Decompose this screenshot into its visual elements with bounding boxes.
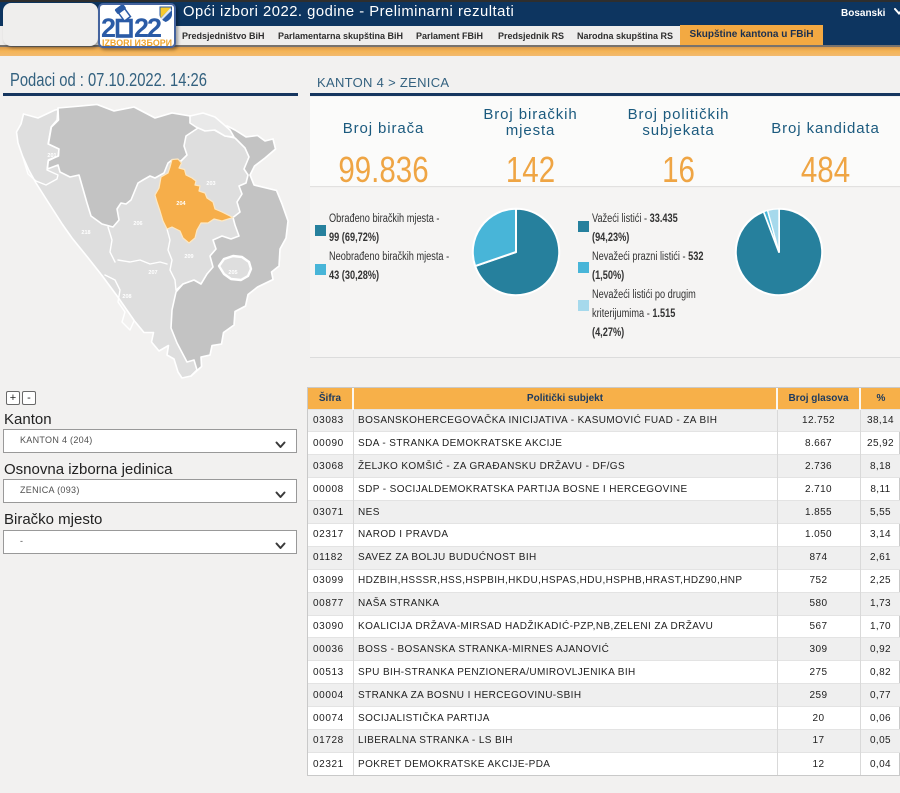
svg-text:205: 205 xyxy=(228,270,237,276)
svg-text:201: 201 xyxy=(47,153,56,159)
svg-text:208: 208 xyxy=(122,294,131,300)
svg-text:203: 203 xyxy=(206,181,215,187)
svg-text:209: 209 xyxy=(184,254,193,260)
svg-text:204: 204 xyxy=(176,201,186,207)
svg-text:218: 218 xyxy=(81,230,90,236)
svg-text:IZBORI ИЗБОРИ: IZBORI ИЗБОРИ xyxy=(102,38,172,47)
svg-text:207: 207 xyxy=(148,270,157,276)
svg-text:206: 206 xyxy=(133,221,142,227)
